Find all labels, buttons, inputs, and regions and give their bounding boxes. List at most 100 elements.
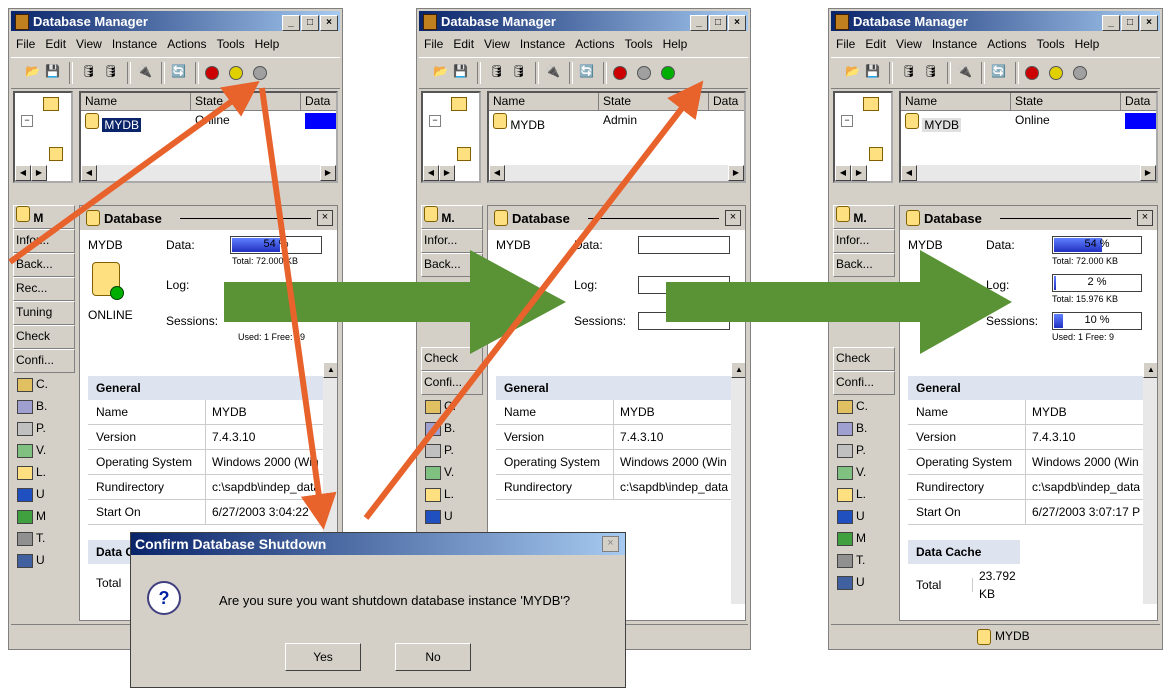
sidebar-item-config[interactable]: Confi... <box>13 349 75 373</box>
sidebar-icon-p[interactable]: P. <box>833 439 895 461</box>
column-name[interactable]: Name <box>81 93 191 111</box>
maximize-button[interactable]: □ <box>1121 15 1139 31</box>
menu-view[interactable]: View <box>896 37 922 51</box>
sidebar-icon-c[interactable]: C. <box>13 373 75 395</box>
menu-instance[interactable]: Instance <box>932 37 977 51</box>
column-state[interactable]: State <box>1011 93 1121 111</box>
panel-close-button[interactable]: × <box>317 210 333 226</box>
sidebar-item-check[interactable]: Check <box>421 347 483 371</box>
menu-tools[interactable]: Tools <box>1037 37 1065 51</box>
minimize-button[interactable]: _ <box>1102 15 1120 31</box>
sidebar-item-config[interactable]: Confi... <box>421 371 483 395</box>
column-name[interactable]: Name <box>489 93 599 111</box>
sidebar-icon-l[interactable]: L. <box>13 461 75 483</box>
menu-view[interactable]: View <box>76 37 102 51</box>
scroll-right-button[interactable]: ▶ <box>851 165 867 181</box>
menu-file[interactable]: File <box>16 37 35 51</box>
menu-actions[interactable]: Actions <box>575 37 614 51</box>
instance-tree[interactable]: − ◀ ▶ <box>421 91 481 183</box>
vertical-scrollbar[interactable]: ▲ <box>1143 362 1157 604</box>
close-button[interactable]: × <box>728 15 746 31</box>
menu-actions[interactable]: Actions <box>167 37 206 51</box>
sidebar-icon-u[interactable]: U <box>13 483 75 505</box>
sidebar-icon-u[interactable]: U <box>421 505 483 527</box>
sidebar-icon-l[interactable]: L. <box>421 483 483 505</box>
sidebar-item-check[interactable]: Check <box>833 347 895 371</box>
db-node-icon[interactable] <box>49 147 63 161</box>
sidebar-icon-u[interactable]: U <box>833 505 895 527</box>
horizontal-scrollbar[interactable]: ◀ ▶ <box>489 165 744 181</box>
db-node-icon[interactable] <box>869 147 883 161</box>
column-data[interactable]: Data <box>709 93 744 111</box>
sidebar-icon-p[interactable]: P. <box>421 439 483 461</box>
menu-instance[interactable]: Instance <box>520 37 565 51</box>
scroll-left-button[interactable]: ◀ <box>835 165 851 181</box>
sidebar-icon-m[interactable]: M <box>13 505 75 527</box>
menu-instance[interactable]: Instance <box>112 37 157 51</box>
sidebar-icon-t[interactable]: T. <box>833 549 895 571</box>
sidebar-icon-p[interactable]: P. <box>13 417 75 439</box>
admin-button-icon[interactable] <box>1049 66 1063 80</box>
instance-tree[interactable]: − ◀ ▶ <box>13 91 73 183</box>
sidebar-item-info[interactable]: Infor... <box>421 229 483 253</box>
menu-file[interactable]: File <box>836 37 855 51</box>
instance-list[interactable]: Name State Data MYDB Online ◀ ▶ <box>79 91 338 183</box>
add-db-icon[interactable]: 🛢 <box>901 64 917 80</box>
save-icon[interactable]: 💾 <box>865 64 881 80</box>
maximize-button[interactable]: □ <box>301 15 319 31</box>
refresh-icon[interactable]: 🔄 <box>171 64 187 80</box>
menu-help[interactable]: Help <box>255 37 280 51</box>
instance-tree[interactable]: − ◀ ▶ <box>833 91 893 183</box>
online-button-icon[interactable] <box>661 66 675 80</box>
db-node-icon[interactable] <box>457 147 471 161</box>
sidebar-icon-l[interactable]: L. <box>833 483 895 505</box>
remove-db-icon[interactable]: 🛢 <box>923 64 939 80</box>
sidebar-item-config[interactable]: Confi... <box>833 371 895 395</box>
menu-actions[interactable]: Actions <box>987 37 1026 51</box>
maximize-button[interactable]: □ <box>709 15 727 31</box>
close-button[interactable]: × <box>320 15 338 31</box>
dialog-close-button[interactable]: × <box>602 536 619 552</box>
sidebar-item-backup[interactable]: Back... <box>421 253 483 277</box>
menu-help[interactable]: Help <box>1075 37 1100 51</box>
scroll-left-button[interactable]: ◀ <box>15 165 31 181</box>
no-button[interactable]: No <box>395 643 471 671</box>
refresh-icon[interactable]: 🔄 <box>579 64 595 80</box>
column-state[interactable]: State <box>191 93 301 111</box>
sidebar-item-check[interactable]: Check <box>13 325 75 349</box>
admin-button-icon[interactable] <box>229 66 243 80</box>
sidebar-item-backup[interactable]: Back... <box>833 253 895 277</box>
save-icon[interactable]: 💾 <box>45 64 61 80</box>
sidebar-item-backup[interactable]: Back... <box>13 253 75 277</box>
remove-db-icon[interactable]: 🛢 <box>511 64 527 80</box>
offline-button-icon[interactable] <box>613 66 627 80</box>
online-button-icon[interactable] <box>1073 66 1087 80</box>
refresh-icon[interactable]: 🔄 <box>991 64 1007 80</box>
sidebar-item-tuning[interactable]: Tuning <box>13 301 75 325</box>
online-button-icon[interactable] <box>253 66 267 80</box>
add-db-icon[interactable]: 🛢 <box>81 64 97 80</box>
horizontal-scrollbar[interactable]: ◀ ▶ <box>81 165 336 181</box>
yes-button[interactable]: Yes <box>285 643 361 671</box>
sidebar-icon-v[interactable]: V. <box>13 439 75 461</box>
instance-list[interactable]: Name State Data MYDB Admin ◀ ▶ <box>487 91 746 183</box>
sidebar-icon-m[interactable]: M <box>833 527 895 549</box>
connect-icon[interactable]: 🔌 <box>137 64 153 80</box>
offline-button-icon[interactable] <box>205 66 219 80</box>
save-icon[interactable]: 💾 <box>453 64 469 80</box>
scroll-left-button[interactable]: ◀ <box>423 165 439 181</box>
expand-icon[interactable]: − <box>429 115 441 127</box>
open-icon[interactable]: 📂 <box>845 64 861 80</box>
sidebar-icon-b[interactable]: B. <box>833 417 895 439</box>
sidebar-icon-v[interactable]: V. <box>833 461 895 483</box>
vertical-scrollbar[interactable]: ▲ <box>731 362 745 604</box>
sidebar-icon-c[interactable]: C. <box>421 395 483 417</box>
panel-close-button[interactable]: × <box>725 210 741 226</box>
sidebar-item-recovery[interactable]: Rec... <box>13 277 75 301</box>
horizontal-scrollbar[interactable]: ◀ ▶ <box>901 165 1156 181</box>
open-icon[interactable]: 📂 <box>433 64 449 80</box>
menu-view[interactable]: View <box>484 37 510 51</box>
sidebar-icon-u2[interactable]: U <box>833 571 895 593</box>
menu-edit[interactable]: Edit <box>45 37 66 51</box>
list-row-mydb[interactable]: MYDB Online <box>905 113 1156 132</box>
